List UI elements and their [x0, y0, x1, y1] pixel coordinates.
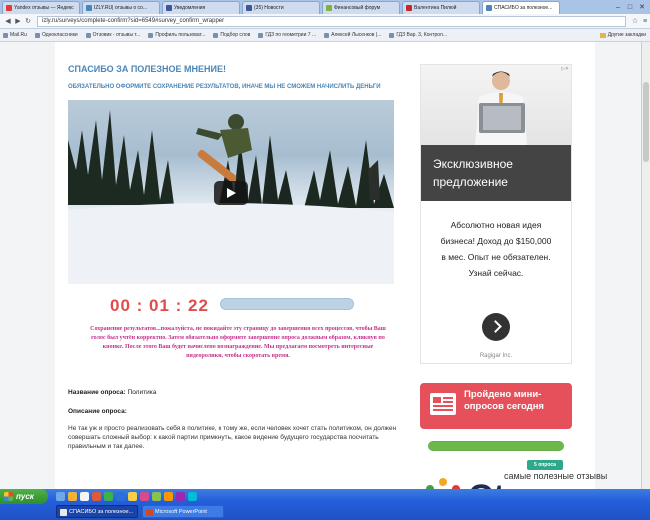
desktop-icon[interactable]	[56, 492, 65, 501]
vk-icon	[246, 5, 252, 11]
page-icon	[389, 32, 395, 38]
tab-izly[interactable]: IZLY.RU| отзывы о со...	[82, 1, 160, 14]
vk-icon	[166, 5, 172, 11]
media-icon[interactable]	[80, 492, 89, 501]
ok-icon	[34, 32, 40, 38]
page-icon	[85, 32, 91, 38]
other-bookmarks[interactable]: Другие закладки	[599, 32, 646, 38]
bookmark-gdz-geometry[interactable]: ГДЗ по геометрии 7 ...	[258, 32, 316, 38]
ad-sponsor: Ragigar Inc.	[479, 353, 513, 359]
forward-icon[interactable]: ▶	[13, 17, 23, 25]
survey-description: Не так уж и просто реализовать себя в по…	[68, 425, 397, 450]
app-icon[interactable]	[164, 492, 173, 501]
scrollbar[interactable]	[641, 42, 650, 489]
tab-finance-forum[interactable]: Финансовый форум	[322, 1, 400, 14]
mini-surveys-progress	[428, 441, 564, 451]
page-subtitle: ОБЯЗАТЕЛЬНО ОФОРМИТЕ СОХРАНЕНИЕ РЕЗУЛЬТА…	[68, 84, 381, 90]
back-icon[interactable]: ◀	[3, 17, 13, 25]
start-button[interactable]: пуск	[0, 489, 48, 504]
surveys-count-badge: 5 опроса	[527, 460, 563, 470]
survey-desc-label: Описание опроса:	[68, 408, 127, 415]
tab-bar: Yandex отзывы — Яндекс IZLY.RU| отзывы о…	[0, 0, 650, 14]
tab-news[interactable]: (35) Новости	[242, 1, 320, 14]
widget-title: Пройдено мини- опросов сегодня	[464, 389, 544, 412]
page-title: СПАСИБО ЗА ПОЛЕЗНОЕ МНЕНИЕ!	[68, 64, 226, 74]
app-icon[interactable]	[128, 492, 137, 501]
forum-icon	[326, 5, 332, 11]
newspaper-icon	[430, 393, 456, 415]
url-input[interactable]: izly.ru/surveys/complete-confirm?sid=654…	[37, 15, 626, 27]
survey-name-label: Название опроса:	[68, 389, 126, 396]
countdown-timer: 00 : 01 : 22	[110, 296, 209, 315]
taskbar-item-chrome[interactable]: СПАСИБО за полезное...	[56, 505, 138, 518]
tab-yandex[interactable]: Yandex отзывы — Яндекс	[2, 1, 80, 14]
app-icon[interactable]	[116, 492, 125, 501]
survey-desc-heading: Описание опроса:	[68, 408, 127, 415]
address-bar: ◀ ▶ ↻ izly.ru/surveys/complete-confirm?s…	[0, 14, 650, 29]
taskbar-item-powerpoint[interactable]: Microsoft PowerPoint	[142, 505, 224, 518]
ad-body-text: Абсолютно новая идея бизнеса! Доход до $…	[440, 220, 552, 278]
survey-name: Название опроса: Политика	[68, 389, 156, 396]
page-icon	[324, 32, 330, 38]
tab-spasibo[interactable]: СПАСИБО за полезное...	[482, 1, 560, 14]
yandex-icon	[6, 5, 12, 11]
survey-name-value: Политика	[127, 389, 157, 396]
app-icon[interactable]	[104, 492, 113, 501]
page-icon	[213, 32, 219, 38]
ad-arrow-button[interactable]	[482, 313, 510, 341]
mail-icon	[3, 32, 8, 38]
taskbar: пуск СПАСИБО за полезное... Microsoft Po…	[0, 489, 650, 520]
app-icon[interactable]	[140, 492, 149, 501]
app-icon[interactable]	[188, 492, 197, 501]
ad-headline: Эксклюзивное предложение	[421, 145, 571, 201]
scrollbar-thumb[interactable]	[643, 82, 649, 162]
page-icon	[258, 32, 264, 38]
bookmark-gdz-var3[interactable]: ГДЗ Вар. 3, Контрол...	[389, 32, 447, 38]
save-notice: Сохранение результатов...пожалуйста, не …	[90, 326, 386, 359]
profile-icon	[406, 5, 412, 11]
minimize-icon[interactable]: –	[612, 2, 624, 13]
bookmark-otzovik[interactable]: Отзовик - отзывы т...	[85, 32, 140, 38]
maximize-icon[interactable]: □	[624, 2, 636, 13]
izly-icon	[486, 5, 492, 11]
ad-photo	[421, 65, 571, 145]
page-icon	[148, 32, 154, 38]
quick-launch	[56, 492, 200, 501]
window-controls: – □ ✕	[612, 2, 648, 14]
bookmark-profile[interactable]: Профиль пользоват...	[148, 32, 205, 38]
star-icon[interactable]: ☆	[630, 17, 640, 25]
browser-icon[interactable]	[68, 492, 77, 501]
ad-info-icon[interactable]: ▷✕	[561, 66, 569, 72]
mini-surveys-progress-fill	[429, 442, 563, 450]
tab-notifications[interactable]: Уведомления	[162, 1, 240, 14]
close-icon[interactable]: ✕	[636, 2, 648, 13]
ad-banner[interactable]: ▷✕ Эксклюзивное предложение Абсолютно но…	[420, 64, 572, 364]
app-icon[interactable]	[152, 492, 161, 501]
bookmark-mailru[interactable]: Mail.Ru	[3, 32, 27, 38]
folder-icon	[599, 32, 606, 38]
save-progress-bar	[220, 298, 354, 310]
izly-icon	[86, 5, 92, 11]
tab-valentina[interactable]: Валентина Пилюй	[402, 1, 480, 14]
app-icon[interactable]	[92, 492, 101, 501]
reload-icon[interactable]: ↻	[23, 17, 33, 25]
app-icon[interactable]	[176, 492, 185, 501]
bookmark-word-picker[interactable]: Подбор слов	[213, 32, 250, 38]
menu-icon[interactable]: ≡	[640, 18, 650, 25]
bookmark-odnoklassniki[interactable]: Одноклассники	[34, 32, 78, 38]
mini-surveys-widget: Пройдено мини- опросов сегодня	[420, 383, 572, 429]
businessman-laptop-image	[475, 71, 527, 145]
play-button[interactable]	[214, 181, 248, 205]
bookmark-lysenkov[interactable]: Алексей Лысенков |...	[324, 32, 381, 38]
bookmarks-bar: Mail.Ru Одноклассники Отзовик - отзывы т…	[0, 29, 650, 42]
